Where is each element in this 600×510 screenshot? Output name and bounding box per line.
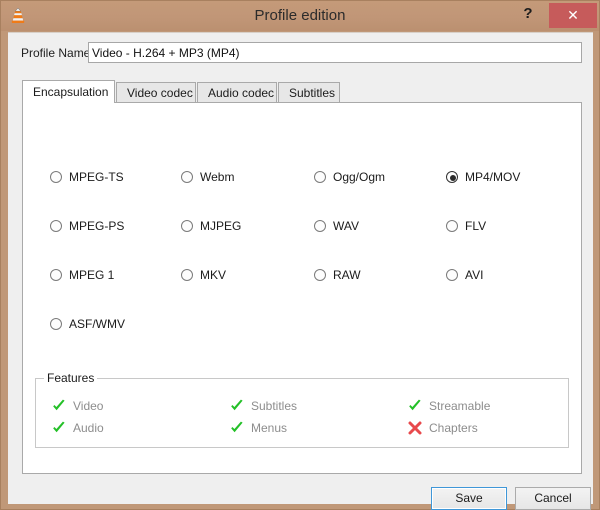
tab-bar: EncapsulationVideo codecAudio codecSubti… bbox=[22, 80, 582, 103]
tab-audio-codec[interactable]: Audio codec bbox=[197, 82, 277, 103]
radio-circle-icon bbox=[446, 171, 458, 183]
radio-label: Webm bbox=[200, 169, 234, 186]
radio-label: FLV bbox=[465, 218, 486, 235]
tab-panel-seam bbox=[23, 102, 114, 103]
tab-encapsulation[interactable]: Encapsulation bbox=[22, 80, 115, 103]
title-bar: Profile edition ? ✕ bbox=[1, 1, 599, 31]
radio-circle-icon bbox=[50, 220, 62, 232]
radio-label: MJPEG bbox=[200, 218, 241, 235]
feature-label: Menus bbox=[251, 420, 287, 437]
check-icon bbox=[407, 398, 423, 414]
radio-circle-icon bbox=[314, 269, 326, 281]
feature-label: Video bbox=[73, 398, 103, 415]
radio-label: RAW bbox=[333, 267, 361, 284]
radio-circle-icon bbox=[446, 269, 458, 281]
radio-circle-icon bbox=[181, 220, 193, 232]
radio-circle-icon bbox=[314, 171, 326, 183]
dialog-window: Profile edition ? ✕ Profile Name Encapsu… bbox=[0, 0, 600, 510]
check-icon bbox=[229, 398, 245, 414]
radio-label: Ogg/Ogm bbox=[333, 169, 385, 186]
features-group: Features VideoSubtitlesStreamableAudioMe… bbox=[35, 378, 569, 448]
check-icon bbox=[229, 420, 245, 436]
feature-label: Streamable bbox=[429, 398, 490, 415]
radio-dot-icon bbox=[450, 175, 456, 181]
help-button[interactable]: ? bbox=[515, 1, 541, 27]
radio-label: AVI bbox=[465, 267, 483, 284]
radio-label: MKV bbox=[200, 267, 226, 284]
radio-label: ASF/WMV bbox=[69, 316, 125, 333]
feature-label: Chapters bbox=[429, 420, 478, 437]
tab-panel-encapsulation: MPEG-TS Webm Ogg/Ogm MP4/MOV MPEG-PS MJPEG WAV… bbox=[22, 102, 582, 474]
profile-name-input[interactable] bbox=[88, 42, 582, 63]
radio-label: MPEG-PS bbox=[69, 218, 124, 235]
radio-circle-icon bbox=[50, 318, 62, 330]
profile-name-row: Profile Name bbox=[8, 42, 593, 66]
profile-name-label: Profile Name bbox=[21, 46, 90, 60]
radio-circle-icon bbox=[181, 171, 193, 183]
features-legend: Features bbox=[44, 371, 97, 385]
check-icon bbox=[51, 420, 67, 436]
window-title: Profile edition bbox=[1, 1, 599, 31]
radio-label: MPEG-TS bbox=[69, 169, 124, 186]
radio-label: WAV bbox=[333, 218, 359, 235]
feature-label: Subtitles bbox=[251, 398, 297, 415]
radio-circle-icon bbox=[181, 269, 193, 281]
feature-label: Audio bbox=[73, 420, 104, 437]
radio-label: MPEG 1 bbox=[69, 267, 114, 284]
radio-circle-icon bbox=[50, 269, 62, 281]
radio-circle-icon bbox=[446, 220, 458, 232]
radio-circle-icon bbox=[50, 171, 62, 183]
radio-label: MP4/MOV bbox=[465, 169, 520, 186]
radio-circle-icon bbox=[314, 220, 326, 232]
cross-icon bbox=[407, 420, 423, 436]
tab-subtitles[interactable]: Subtitles bbox=[278, 82, 340, 103]
dialog-client-area: Profile Name EncapsulationVideo codecAud… bbox=[8, 32, 593, 504]
cancel-button[interactable]: Cancel bbox=[515, 487, 591, 510]
check-icon bbox=[51, 398, 67, 414]
tab-video-codec[interactable]: Video codec bbox=[116, 82, 196, 103]
save-button[interactable]: Save bbox=[431, 487, 507, 510]
close-button[interactable]: ✕ bbox=[549, 3, 597, 28]
